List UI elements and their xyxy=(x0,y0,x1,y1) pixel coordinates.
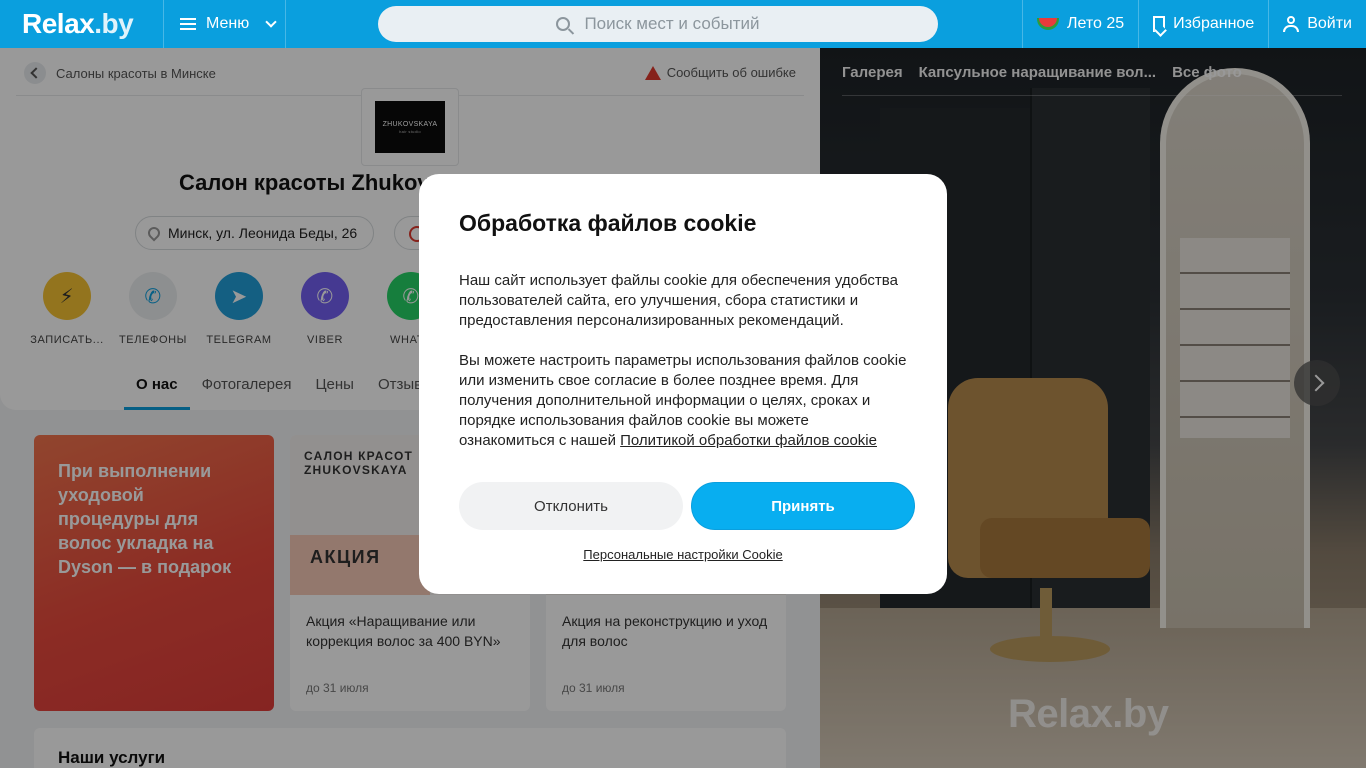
header-backdrop xyxy=(0,0,1366,48)
cookie-policy-link[interactable]: Политикой обработки файлов cookie xyxy=(620,432,877,449)
cookie-text-2: Вы можете настроить параметры использова… xyxy=(459,352,907,449)
accept-button[interactable]: Принять xyxy=(691,482,915,530)
cookie-settings-link[interactable]: Персональные настройки Cookie xyxy=(419,547,947,562)
cookie-text-1: Наш сайт использует файлы cookie для обе… xyxy=(459,272,898,329)
cookie-dialog: Обработка файлов cookie Наш сайт использ… xyxy=(419,174,947,594)
decline-button[interactable]: Отклонить xyxy=(459,482,683,530)
cookie-title: Обработка файлов cookie xyxy=(459,210,757,236)
